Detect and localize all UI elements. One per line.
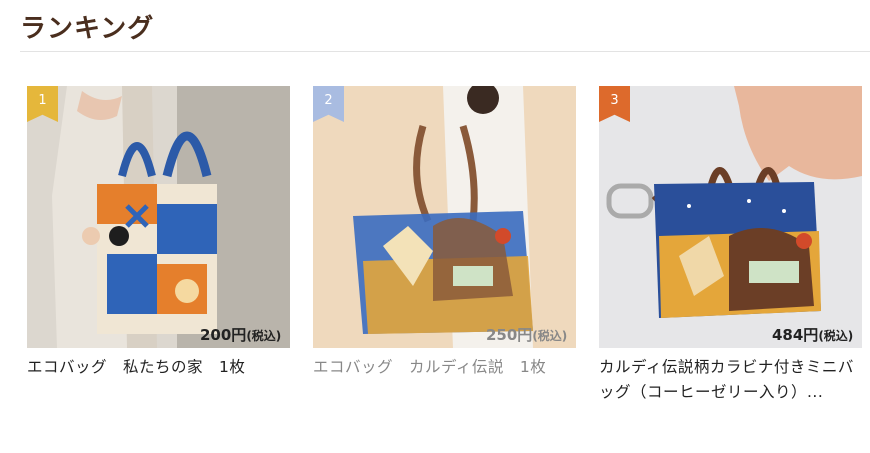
product-image-eco-bag-our-house[interactable]: 1 [27,86,290,348]
product-photo-3 [599,86,862,348]
price-amount: 484円 [772,326,819,344]
tax-label: (税込) [818,329,854,343]
product-price-1: 200円(税込) [200,324,281,345]
tax-label: (税込) [246,329,282,343]
ranking-item-3[interactable]: 3 カルディ伝説柄カラビナ付きミニバッグ（コーヒーゼリー入り）... [599,86,862,405]
product-name[interactable]: エコバッグ カルディ伝説 1枚 [313,355,576,405]
product-name[interactable]: カルディ伝説柄カラビナ付きミニバッグ（コーヒーゼリー入り）... [599,355,862,405]
tax-label: (税込) [532,329,568,343]
product-name[interactable]: エコバッグ 私たちの家 1枚 [27,355,290,405]
product-photo-2 [313,86,576,348]
ranking-item-1[interactable]: 1 エコバッグ 私たちの家 1枚 [27,86,290,405]
price-amount: 250円 [486,326,533,344]
product-image-mini-bag-carabiner[interactable]: 3 [599,86,862,348]
product-image-eco-bag-kaldi-legend[interactable]: 2 [313,86,576,348]
price-amount: 200円 [200,326,247,344]
product-price-3: 484円(税込) [772,324,853,345]
title-divider [20,51,870,52]
page-title: ランキング [20,14,155,44]
product-price-2: 250円(税込) [486,324,567,345]
product-photo-1 [27,86,290,348]
ranking-item-2[interactable]: 2 エコバッグ カルディ伝説 1枚 [313,86,576,405]
